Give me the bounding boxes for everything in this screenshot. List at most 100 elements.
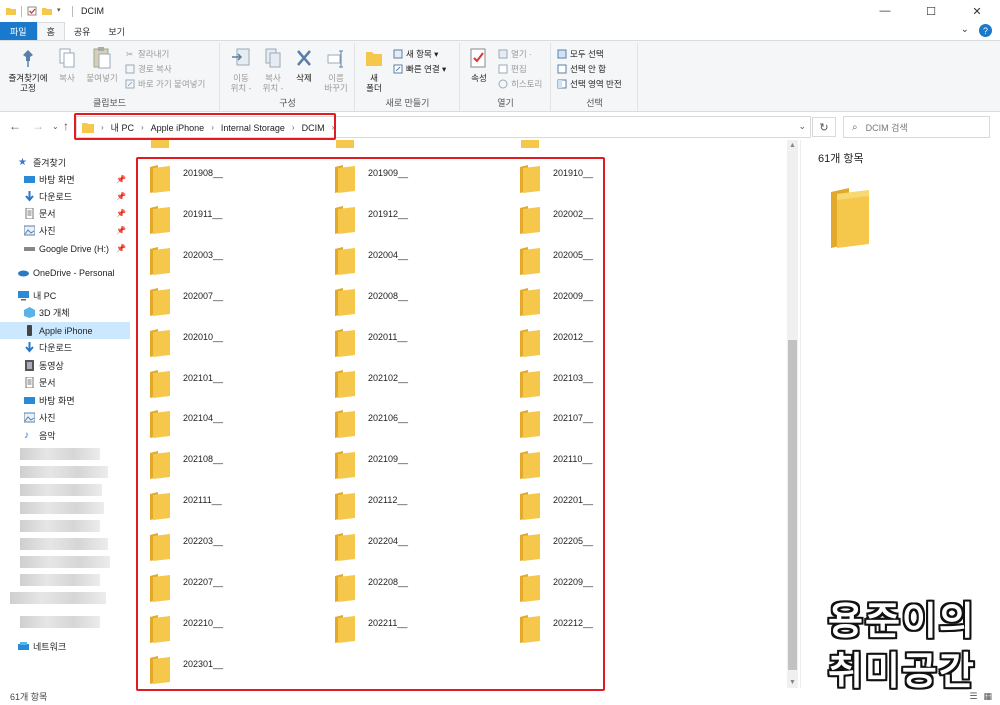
easy-access-button[interactable]: 빠른 연결 ▾	[392, 62, 446, 76]
nav-3d-objects[interactable]: 3D 개체	[0, 304, 130, 321]
group-new: 새 폴더 새 항목 ▾ 빠른 연결 ▾ 새로 만들기	[356, 43, 460, 111]
document-icon	[25, 377, 34, 388]
new-folder-button[interactable]: 새 폴더	[360, 46, 388, 93]
move-to-button[interactable]: 이동 위치 -	[225, 46, 257, 93]
new-folder-icon[interactable]	[42, 6, 52, 16]
video-icon	[25, 360, 34, 371]
minimize-button[interactable]: —	[862, 0, 908, 22]
nav-downloads-pc[interactable]: 다운로드	[0, 339, 130, 356]
group-label-organize: 구성	[279, 98, 296, 108]
pin-quick-access-button[interactable]: 즐겨찾기에 고정	[4, 46, 52, 93]
nav-onedrive[interactable]: OneDrive - Personal	[0, 264, 130, 281]
large-icons-view-icon[interactable]: ▦	[983, 691, 992, 702]
paste-shortcut-button[interactable]: 바로 가기 붙여넣기	[124, 77, 205, 91]
pictures-icon	[24, 225, 35, 236]
forward-button[interactable]: →	[32, 119, 44, 133]
nav-videos[interactable]: 동영상	[0, 357, 130, 374]
nav-quick-access[interactable]: ★ 즐겨찾기	[0, 154, 130, 171]
invert-selection-button[interactable]: 선택 영역 반전	[556, 77, 622, 91]
recent-dropdown-icon[interactable]: ⌄	[52, 122, 59, 131]
window-title: DCIM	[81, 6, 104, 16]
nav-videos-label: 동영상	[39, 361, 64, 371]
cut-button[interactable]: ✂ 잘라내기	[124, 47, 169, 61]
tab-share[interactable]: 공유	[65, 22, 100, 40]
chevron-down-icon[interactable]: ⌄	[961, 24, 969, 37]
help-icon[interactable]: ?	[979, 24, 992, 37]
copy-button[interactable]: 복사	[52, 46, 82, 83]
tab-home[interactable]: 홈	[36, 22, 65, 40]
nav-network[interactable]: 네트워크	[0, 638, 130, 655]
refresh-button[interactable]: ↻	[812, 117, 836, 137]
blurred-item	[20, 574, 100, 586]
history-button[interactable]: 히스토리	[497, 77, 542, 91]
group-label-open: 열기	[497, 98, 514, 108]
folder-icon	[521, 140, 539, 148]
blurred-item	[10, 592, 106, 604]
watermark: 용준이의 취미공간	[828, 590, 993, 693]
nav-pictures[interactable]: 사진 📌	[0, 222, 130, 239]
cut-label: 잘라내기	[138, 49, 170, 59]
select-all-button[interactable]: 모두 선택	[556, 47, 604, 61]
tab-view[interactable]: 보기	[99, 22, 134, 40]
nav-documents-pc[interactable]: 문서	[0, 374, 130, 391]
close-button[interactable]: ✕	[954, 0, 1000, 22]
nav-desktop-pc[interactable]: 바탕 화면	[0, 392, 130, 409]
up-button[interactable]: ↑	[63, 119, 69, 133]
scroll-down-icon[interactable]: ▼	[787, 677, 798, 688]
content-highlight-box	[136, 157, 605, 691]
copy-to-icon	[262, 46, 284, 70]
folder-large-icon	[831, 188, 869, 248]
blurred-item	[20, 448, 100, 460]
delete-icon	[293, 46, 315, 70]
rename-label: 이름 바꾸기	[324, 73, 348, 93]
rename-button[interactable]: 이름 바꾸기	[319, 46, 353, 93]
nav-this-pc[interactable]: 내 PC	[0, 287, 130, 304]
group-open: 속성 열기 · 편집 히스토리 열기	[461, 43, 551, 111]
nav-downloads[interactable]: 다운로드 📌	[0, 188, 130, 205]
ribbon-tabs: 파일 홈 공유 보기 ⌄ ?	[0, 22, 1000, 40]
tab-file[interactable]: 파일	[0, 22, 37, 40]
scissors-icon: ✂	[125, 48, 134, 59]
new-item-button[interactable]: 새 항목 ▾	[392, 47, 438, 61]
pictures-icon	[24, 412, 35, 423]
properties-button[interactable]: 속성	[465, 46, 493, 83]
nav-apple-iphone[interactable]: Apple iPhone	[0, 322, 130, 339]
pin-icon: 📌	[116, 244, 126, 253]
delete-label: 삭제	[296, 73, 312, 83]
back-button[interactable]: ←	[9, 119, 21, 133]
blurred-item	[20, 538, 108, 550]
details-item-count: 61개 항목	[818, 153, 864, 165]
copy-path-button[interactable]: 경로 복사	[124, 62, 172, 76]
search-input[interactable]: ⌕ DCIM 검색	[843, 116, 990, 138]
new-folder-icon	[363, 46, 385, 70]
nav-google-drive[interactable]: Google Drive (H:) 📌	[0, 240, 130, 257]
select-none-button[interactable]: 선택 안 함	[556, 62, 606, 76]
music-icon: ♪	[24, 430, 29, 441]
edit-button[interactable]: 편집	[497, 62, 527, 76]
nav-music[interactable]: ♪ 음악	[0, 427, 130, 444]
nav-pictures-pc[interactable]: 사진	[0, 409, 130, 426]
watermark-line-2: 취미공간	[828, 649, 976, 693]
copy-to-label: 복사 위치 -	[262, 73, 284, 93]
drive-icon	[24, 247, 35, 251]
search-icon: ⌕	[852, 121, 858, 133]
maximize-button[interactable]: ☐	[908, 0, 954, 22]
scroll-up-icon[interactable]: ▲	[787, 140, 798, 151]
vertical-scrollbar[interactable]: ▲ ▼	[787, 140, 798, 688]
copy-to-button[interactable]: 복사 위치 -	[257, 46, 289, 93]
properties-icon	[468, 46, 490, 70]
nav-desktop[interactable]: 바탕 화면 📌	[0, 171, 130, 188]
details-view-icon[interactable]: ☰	[969, 691, 977, 702]
open-button[interactable]: 열기 ·	[497, 47, 532, 61]
address-dropdown-icon[interactable]: ⌄	[798, 121, 806, 132]
nav-music-label: 음악	[39, 431, 56, 441]
delete-button[interactable]: 삭제	[291, 46, 317, 83]
scroll-thumb[interactable]	[788, 340, 797, 670]
quick-access-dropdown-icon[interactable]: ▾	[57, 6, 67, 16]
nav-documents[interactable]: 문서 📌	[0, 205, 130, 222]
group-label-clipboard: 클립보드	[92, 98, 127, 108]
new-item-icon	[392, 49, 403, 60]
paste-button[interactable]: 붙여넣기	[82, 46, 122, 83]
properties-icon[interactable]	[27, 6, 37, 16]
edit-label: 편집	[511, 64, 527, 74]
